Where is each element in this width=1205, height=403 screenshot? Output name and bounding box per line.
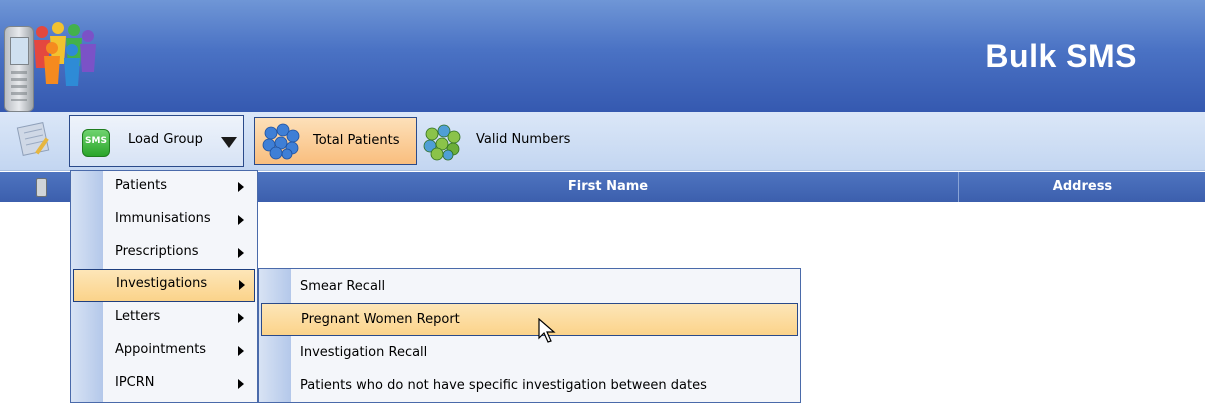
menu-item-label: Appointments: [115, 342, 207, 357]
app-header: Bulk SMS: [0, 0, 1205, 112]
menu-item-immunisations[interactable]: Immunisations: [71, 204, 257, 237]
green-bubbles-icon[interactable]: [420, 122, 464, 162]
submenu-arrow-icon: [238, 379, 244, 389]
investigations-submenu: Smear Recall Pregnant Women Report Inves…: [258, 268, 801, 403]
sms-icon: SMS: [82, 129, 110, 157]
column-header-address[interactable]: Address: [960, 172, 1205, 202]
menu-item-letters[interactable]: Letters: [71, 302, 257, 335]
total-patients-button[interactable]: Total Patients: [254, 117, 417, 165]
total-patients-label: Total Patients: [313, 133, 400, 148]
submenu-item-no-specific-investigation[interactable]: Patients who do not have specific invest…: [259, 369, 800, 402]
submenu-item-label: Investigation Recall: [300, 345, 428, 360]
menu-item-prescriptions[interactable]: Prescriptions: [71, 237, 257, 270]
notepad-icon[interactable]: [14, 119, 56, 159]
submenu-arrow-icon: [238, 248, 244, 258]
submenu-arrow-icon: [238, 313, 244, 323]
menu-item-ipcrn[interactable]: IPCRN: [71, 368, 257, 401]
load-group-button[interactable]: SMS Load Group: [69, 115, 244, 167]
submenu-item-investigation-recall[interactable]: Investigation Recall: [259, 336, 800, 369]
mouse-cursor-icon: [538, 318, 556, 343]
submenu-item-smear-recall[interactable]: Smear Recall: [259, 270, 800, 303]
menu-item-label: IPCRN: [115, 375, 155, 390]
menu-item-label: Immunisations: [115, 211, 211, 226]
valid-numbers-label[interactable]: Valid Numbers: [476, 132, 570, 147]
submenu-item-label: Smear Recall: [300, 279, 386, 294]
load-group-label: Load Group: [128, 132, 203, 147]
menu-item-patients[interactable]: Patients: [71, 171, 257, 204]
menu-item-label: Letters: [115, 309, 161, 324]
mobile-phone-icon: [36, 178, 47, 197]
people-group-icon: [34, 22, 96, 86]
submenu-item-pregnant-women-report[interactable]: Pregnant Women Report: [261, 303, 798, 336]
column-header-first-name[interactable]: First Name: [258, 172, 959, 202]
menu-item-label: Prescriptions: [115, 244, 199, 259]
blue-bubbles-icon: [262, 123, 300, 160]
load-group-menu: Patients Immunisations Prescriptions Inv…: [70, 170, 258, 403]
page-title: Bulk SMS: [985, 38, 1137, 74]
menu-item-label: Investigations: [116, 276, 208, 291]
submenu-item-label: Pregnant Women Report: [301, 312, 460, 327]
menu-item-investigations[interactable]: Investigations: [73, 269, 255, 302]
menu-item-appointments[interactable]: Appointments: [71, 335, 257, 368]
dropdown-arrow-icon[interactable]: [221, 137, 237, 148]
menu-item-label: Patients: [115, 178, 168, 193]
submenu-arrow-icon: [239, 280, 245, 290]
submenu-item-label: Patients who do not have specific invest…: [300, 378, 707, 393]
submenu-arrow-icon: [238, 346, 244, 356]
submenu-arrow-icon: [238, 215, 244, 225]
submenu-arrow-icon: [238, 182, 244, 192]
column-header-phone[interactable]: [0, 172, 72, 202]
